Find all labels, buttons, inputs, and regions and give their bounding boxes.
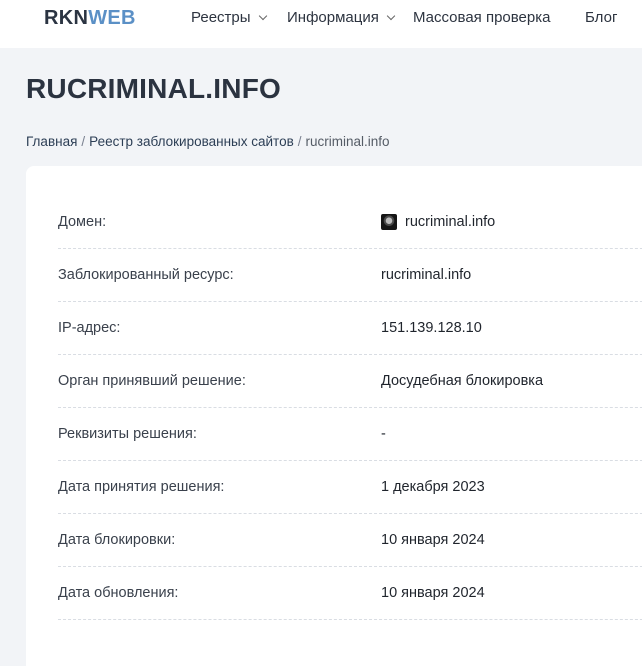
nav-item-label: Массовая проверка (413, 9, 551, 26)
page-title: RUCRIMINAL.INFO (26, 73, 281, 104)
details-card: Домен: rucriminal.info Заблокированный р… (26, 166, 642, 666)
detail-row-domain: Домен: rucriminal.info (58, 196, 642, 249)
detail-label: Дата обновления: (58, 585, 179, 601)
detail-label: Дата принятия решения: (58, 479, 225, 495)
detail-value: 1 декабря 2023 (381, 479, 485, 495)
detail-value: 151.139.128.10 (381, 320, 482, 336)
detail-row-blocked-resource: Заблокированный ресурс: rucriminal.info (58, 249, 642, 302)
detail-row-update-date: Дата обновления: 10 января 2024 (58, 567, 642, 620)
breadcrumb-registry-link[interactable]: Реестр заблокированных сайтов (89, 134, 294, 149)
breadcrumb: Главная / Реестр заблокированных сайтов / ru… (26, 134, 390, 150)
nav-item-mass-check[interactable]: Массовая проверка (413, 9, 550, 27)
logo-text-rkn: RKN (44, 7, 89, 29)
chevron-down-icon (258, 11, 267, 21)
detail-row-block-date: Дата блокировки: 10 января 2024 (58, 514, 642, 567)
nav-item-blog[interactable]: Блог (585, 9, 617, 27)
detail-label: Дата блокировки: (58, 532, 176, 548)
breadcrumb-home-link[interactable]: Главная (26, 134, 77, 149)
breadcrumb-separator: / (297, 134, 302, 149)
nav-item-label: Блог (585, 9, 618, 26)
nav-item-information[interactable]: Информация (287, 9, 396, 27)
detail-row-ip-address: IP-адрес: 151.139.128.10 (58, 302, 642, 355)
nav-item-registries[interactable]: Реестры (191, 9, 267, 27)
top-header: RKNWEB Реестры Информация Массовая прове… (0, 0, 642, 48)
breadcrumb-current: rucriminal.info (305, 134, 390, 149)
detail-row-decision-details: Реквизиты решения: - (58, 408, 642, 461)
logo-text-web: WEB (88, 7, 136, 29)
domain-value: rucriminal.info (405, 214, 496, 230)
detail-label: IP-адрес: (58, 320, 121, 336)
detail-label: Орган принявший решение: (58, 373, 246, 389)
breadcrumb-separator: / (81, 134, 86, 149)
nav-item-label: Реестры (191, 9, 251, 26)
detail-value: - (381, 426, 386, 442)
detail-value: 10 января 2024 (381, 585, 485, 601)
detail-value: Досудебная блокировка (381, 373, 544, 389)
detail-value: rucriminal.info (381, 214, 495, 230)
detail-label: Заблокированный ресурс: (58, 267, 234, 283)
detail-label: Домен: (58, 214, 107, 230)
detail-value: rucriminal.info (381, 267, 472, 283)
chevron-down-icon (386, 11, 396, 21)
site-favicon-icon (381, 214, 397, 230)
detail-value: 10 января 2024 (381, 532, 485, 548)
nav-item-label: Информация (287, 9, 379, 26)
detail-row-decision-date: Дата принятия решения: 1 декабря 2023 (58, 461, 642, 514)
detail-row-authority: Орган принявший решение: Досудебная блок… (58, 355, 642, 408)
detail-label: Реквизиты решения: (58, 426, 197, 442)
site-logo[interactable]: RKNWEB (44, 6, 136, 30)
